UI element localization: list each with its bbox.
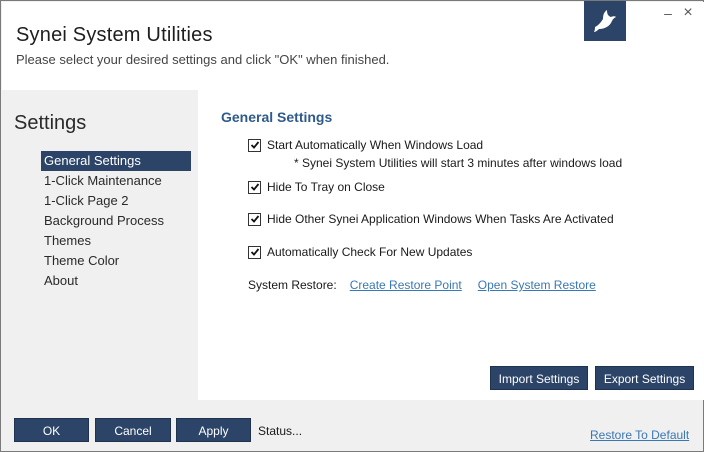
- restore-to-default-link[interactable]: Restore To Default: [590, 428, 689, 442]
- create-restore-point-link[interactable]: Create Restore Point: [350, 278, 462, 292]
- sidebar-item-themes[interactable]: Themes: [41, 231, 191, 251]
- system-restore-label: System Restore:: [248, 278, 337, 292]
- app-title: Synei System Utilities: [16, 24, 213, 46]
- start-automatically-checkbox[interactable]: [248, 138, 261, 152]
- close-button[interactable]: ×: [680, 5, 696, 21]
- minimize-button[interactable]: ‒: [660, 5, 676, 21]
- dove-icon: [584, 1, 626, 41]
- settings-nav: General Settings 1-Click Maintenance 1-C…: [41, 151, 191, 291]
- check-updates-label: Automatically Check For New Updates: [267, 245, 473, 259]
- apply-button[interactable]: Apply: [176, 418, 251, 442]
- app-window: Synei System Utilities Please select you…: [0, 0, 704, 452]
- start-automatically-label: Start Automatically When Windows Load: [267, 138, 484, 152]
- option-hide-to-tray[interactable]: Hide To Tray on Close: [248, 179, 385, 195]
- option-check-updates[interactable]: Automatically Check For New Updates: [248, 244, 472, 260]
- startup-note: * Synei System Utilities will start 3 mi…: [294, 156, 623, 170]
- sidebar-item-about[interactable]: About: [41, 271, 191, 291]
- hide-to-tray-label: Hide To Tray on Close: [267, 180, 385, 194]
- sidebar: Settings General Settings 1-Click Mainte…: [2, 90, 198, 400]
- option-hide-other-windows[interactable]: Hide Other Synei Application Windows Whe…: [248, 211, 614, 227]
- export-settings-button[interactable]: Export Settings: [595, 366, 694, 390]
- import-settings-button[interactable]: Import Settings: [490, 366, 588, 390]
- hide-to-tray-checkbox[interactable]: [248, 180, 261, 194]
- cancel-button[interactable]: Cancel: [95, 418, 171, 442]
- sidebar-item-1-click-page-2[interactable]: 1-Click Page 2: [41, 191, 191, 211]
- ok-button[interactable]: OK: [14, 418, 89, 442]
- hide-other-windows-label: Hide Other Synei Application Windows Whe…: [267, 212, 614, 226]
- sidebar-item-background-process[interactable]: Background Process: [41, 211, 191, 231]
- sidebar-item-theme-color[interactable]: Theme Color: [41, 251, 191, 271]
- sidebar-item-1-click-maintenance[interactable]: 1-Click Maintenance: [41, 171, 191, 191]
- status-text: Status...: [258, 424, 303, 438]
- settings-panel: General Settings Start Automatically Whe…: [198, 90, 704, 400]
- settings-heading: Settings: [14, 112, 87, 134]
- app-subtitle: Please select your desired settings and …: [16, 52, 390, 67]
- hide-other-windows-checkbox[interactable]: [248, 212, 261, 226]
- option-start-automatically[interactable]: Start Automatically When Windows Load: [248, 137, 483, 153]
- system-restore-row: System Restore: Create Restore Point Ope…: [248, 278, 596, 292]
- open-system-restore-link[interactable]: Open System Restore: [478, 278, 596, 292]
- sidebar-item-general-settings[interactable]: General Settings: [41, 151, 191, 171]
- check-updates-checkbox[interactable]: [248, 245, 261, 259]
- section-title: General Settings: [221, 109, 333, 125]
